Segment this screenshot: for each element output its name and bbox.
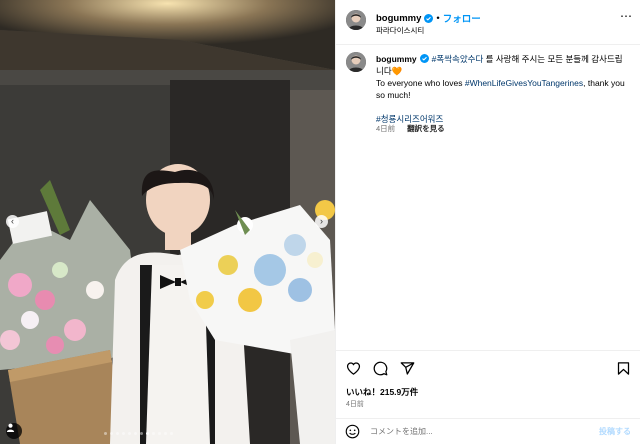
hashtag-link[interactable]: #폭싹속았수다 — [432, 54, 484, 64]
carousel-next-button[interactable]: › — [315, 215, 328, 228]
carousel-dot[interactable] — [104, 432, 107, 435]
comment-bar: 投稿する — [336, 418, 640, 444]
carousel-dot[interactable] — [140, 432, 143, 435]
chevron-left-icon: ‹ — [11, 216, 14, 226]
carousel-dot[interactable] — [134, 432, 137, 435]
separator-dot: • — [436, 12, 440, 24]
avatar-image — [346, 10, 366, 30]
user-icon — [6, 423, 15, 432]
caption-line-english: To everyone who loves — [376, 78, 463, 88]
header-user-row: bogummy • フォロー — [376, 11, 481, 26]
caption-meta: 4日前 翻訳を見る — [376, 123, 445, 134]
carousel-dots — [104, 432, 173, 435]
caption-avatar[interactable] — [346, 52, 366, 72]
caption-time[interactable]: 4日前 — [376, 123, 395, 134]
post-photo[interactable]: ‹ › — [0, 0, 335, 444]
avatar-image — [346, 52, 366, 72]
carousel-dot[interactable] — [164, 432, 167, 435]
likes-count[interactable]: いいね！215.9万件 — [346, 386, 418, 398]
post-header: bogummy • フォロー 파라다이스시티 ⋯ — [336, 0, 640, 45]
carousel-dot[interactable] — [170, 432, 173, 435]
post-date[interactable]: 4日前 — [346, 399, 364, 409]
caption-text: bogummy #폭싹속았수다 를 사랑해 주시는 모든 분들께 감사드립니다🧡 … — [376, 53, 626, 125]
orange-heart-emoji: 🧡 — [391, 66, 403, 76]
post-details-panel: bogummy • フォロー 파라다이스시티 ⋯ bogummy #폭싹속았수다… — [335, 0, 640, 444]
bookmark-icon[interactable] — [616, 361, 631, 376]
see-translation-button[interactable]: 翻訳を見る — [407, 123, 445, 134]
carousel-dot[interactable] — [152, 432, 155, 435]
heart-icon[interactable] — [346, 361, 361, 376]
username-link[interactable]: bogummy — [376, 13, 421, 24]
more-options-icon[interactable]: ⋯ — [620, 9, 633, 23]
actions-section: いいね！215.9万件 4日前 投稿する — [336, 350, 640, 444]
instagram-post-modal: ‹ › bogummy • フォロー 파라다이스시티 ⋯ bogummy #폭싹… — [0, 0, 640, 444]
carousel-dot[interactable] — [122, 432, 125, 435]
carousel-dot[interactable] — [116, 432, 119, 435]
carousel-dot[interactable] — [110, 432, 113, 435]
action-buttons — [346, 361, 415, 376]
carousel-dot[interactable] — [158, 432, 161, 435]
emoji-icon[interactable] — [345, 424, 360, 439]
hashtag-link[interactable]: #WhenLifeGivesYouTangerines — [465, 78, 583, 88]
avatar[interactable] — [346, 10, 366, 30]
carousel-dot[interactable] — [146, 432, 149, 435]
chevron-right-icon: › — [320, 216, 323, 226]
post-comment-button[interactable]: 投稿する — [599, 426, 631, 437]
photo-illustration — [0, 0, 335, 444]
verified-badge-icon — [424, 13, 434, 23]
comment-input[interactable] — [370, 423, 590, 440]
follow-button[interactable]: フォロー — [443, 11, 481, 25]
verified-badge-icon — [419, 54, 429, 63]
carousel-dot[interactable] — [128, 432, 131, 435]
share-icon[interactable] — [400, 361, 415, 376]
carousel-prev-button[interactable]: ‹ — [6, 215, 19, 228]
tagged-users-button[interactable] — [6, 423, 22, 439]
comment-icon[interactable] — [373, 361, 388, 376]
location-link[interactable]: 파라다이스시티 — [376, 25, 424, 36]
caption-username[interactable]: bogummy — [376, 54, 417, 64]
